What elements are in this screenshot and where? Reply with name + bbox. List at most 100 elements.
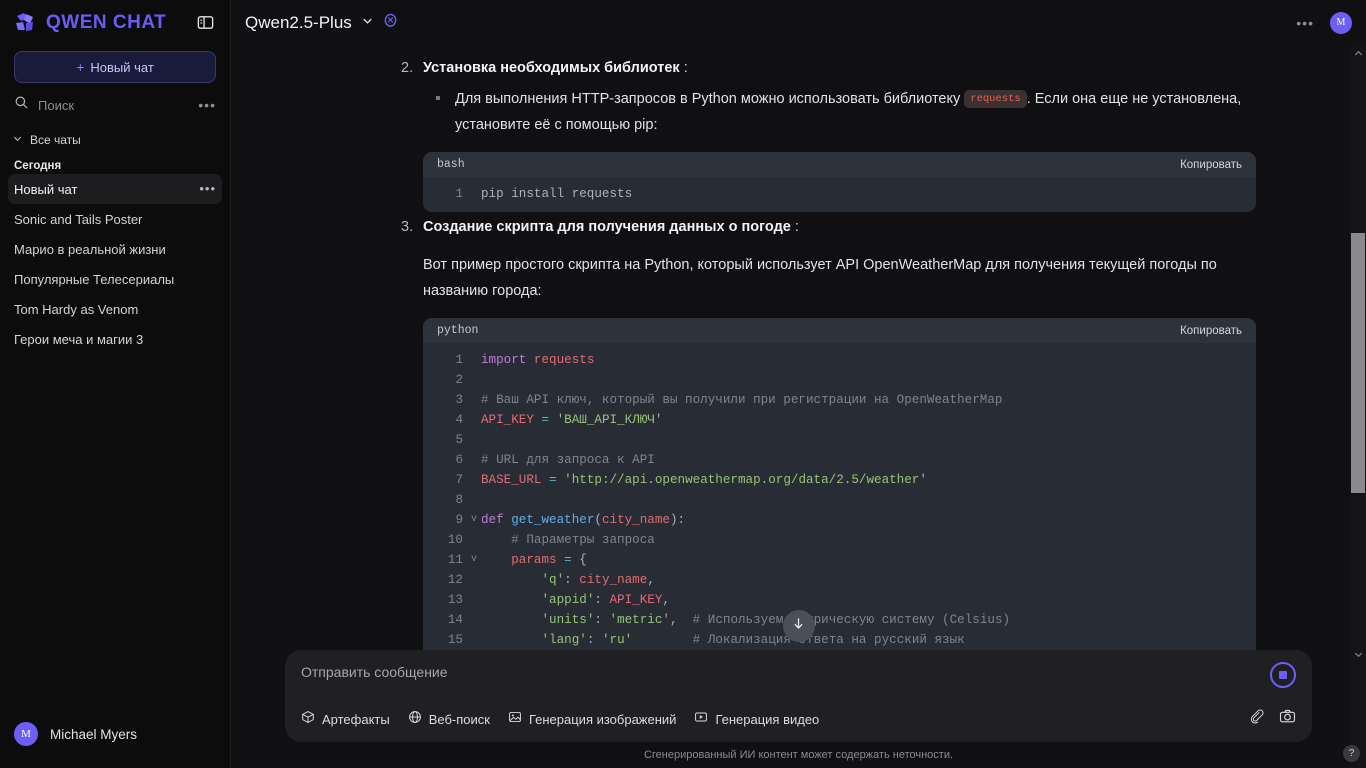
code-line: 5 [423, 430, 1256, 450]
line-number: 8 [455, 493, 463, 508]
more-options-icon[interactable]: ••• [1296, 16, 1314, 30]
main-area: Qwen2.5-Plus ••• M 2. Установка необходим… [231, 0, 1366, 768]
scroll-down-button[interactable] [1350, 646, 1366, 662]
sidebar-toggle-icon[interactable] [192, 10, 218, 36]
code-fold-toggle[interactable]: v [467, 510, 481, 530]
code-language-label: python [437, 324, 479, 338]
scrollbar-thumb[interactable] [1351, 233, 1365, 493]
user-name: Michael Myers [50, 726, 138, 742]
qwen-logo-icon [12, 10, 38, 36]
tool-image-generation[interactable]: Генерация изображений [508, 710, 676, 729]
line-number: 15 [447, 633, 463, 648]
code-fold-toggle[interactable]: v [467, 550, 481, 570]
code-fold-toggle [467, 590, 481, 610]
code-line: 4 API_KEY = 'ВАШ_API_КЛЮЧ' [423, 410, 1256, 430]
list-item-title-colon: : [679, 60, 688, 76]
new-chat-button[interactable]: + Новый чат [14, 51, 216, 83]
line-number: 13 [447, 593, 463, 608]
chevron-down-icon [361, 14, 374, 32]
code-fold-toggle [467, 610, 481, 630]
code-fold-toggle [467, 490, 481, 510]
composer-tools: Артефакты Веб-поиск Генерация изображени… [301, 708, 1296, 730]
qwen-badge-icon[interactable] [383, 13, 398, 33]
code-block-body: 1 pip install requests [423, 177, 1256, 212]
search-input[interactable]: Поиск ••• [14, 92, 216, 118]
inline-code: requests [964, 90, 1027, 109]
code-line: 3 # Ваш API ключ, который вы получили при… [423, 390, 1256, 410]
code-fold-toggle [467, 184, 481, 204]
chat-list-item[interactable]: Sonic and Tails Poster [8, 204, 222, 234]
tool-video-generation[interactable]: Генерация видео [694, 710, 819, 729]
code-block-body: 1 import requests 2 3 # Ваш API ключ, котор… [423, 343, 1256, 650]
ordered-list-item: 3. Создание скрипта для получения данных … [401, 214, 1256, 650]
search-placeholder: Поиск [38, 97, 75, 113]
help-button[interactable]: ? [1343, 745, 1360, 762]
code-line: 12 'q': city_name, [423, 570, 1256, 590]
chat-title: Марио в реальной жизни [14, 241, 166, 257]
code-fold-toggle [467, 630, 481, 650]
brand-name: QWEN CHAT [46, 11, 167, 33]
bullet-marker: ▪ [435, 90, 441, 107]
code-source: def get_weather(city_name): [481, 513, 686, 528]
code-source: # URL для запроса к API [481, 453, 655, 468]
code-line: 14 'units': 'metric', # Используем метри… [423, 610, 1256, 630]
chat-list-item[interactable]: Новый чат ••• [8, 174, 222, 204]
code-source: pip install requests [481, 187, 633, 202]
chat-list-item[interactable]: Марио в реальной жизни [8, 234, 222, 264]
plus-icon: + [76, 59, 85, 75]
list-item-title-colon: : [790, 219, 799, 236]
chat-item-more-icon[interactable]: ••• [199, 182, 216, 195]
chat-list-item[interactable]: Герои меча и магии 3 [8, 324, 222, 354]
code-block-header: python Копировать [423, 318, 1256, 344]
list-item-title: Установка необходимых библиотек : [423, 55, 1256, 81]
code-fold-toggle [467, 530, 481, 550]
code-line: 9 v def get_weather(city_name): [423, 510, 1256, 530]
line-number: 1 [455, 187, 463, 202]
line-number: 3 [455, 393, 463, 408]
composer-wrapper: Отправить сообщение Артефакты Веб-поиск … [231, 650, 1366, 768]
tool-web-search[interactable]: Веб-поиск [408, 710, 490, 729]
code-source: 'units': 'metric', # Используем метричес… [541, 613, 1011, 628]
code-language-label: bash [437, 158, 465, 172]
code-source: # Параметры запроса [481, 533, 655, 548]
chat-title: Герои меча и магии 3 [14, 331, 144, 347]
message-input-placeholder: Отправить сообщение [301, 664, 448, 680]
code-fold-toggle [467, 570, 481, 590]
tool-artifacts[interactable]: Артефакты [301, 710, 390, 729]
bullet-text: Для выполнения HTTP-запросов в Python мо… [455, 86, 1256, 138]
chat-list-item[interactable]: Tom Hardy as Venom [8, 294, 222, 324]
list-item-title: Создание скрипта для получения данных о … [423, 214, 1256, 240]
composer[interactable]: Отправить сообщение Артефакты Веб-поиск … [285, 650, 1312, 742]
tool-label: Артефакты [322, 711, 390, 727]
new-chat-label: Новый чат [90, 59, 154, 75]
ai-disclaimer: Сгенерированный ИИ контент может содержа… [643, 749, 954, 761]
stop-generation-button[interactable] [1270, 662, 1296, 688]
tool-label: Генерация изображений [528, 711, 677, 727]
conversation-inner: 2. Установка необходимых библиотек : ▪ Для … [231, 55, 1366, 650]
code-source: API_KEY = 'ВАШ_API_КЛЮЧ' [481, 413, 663, 428]
paperclip-icon[interactable] [1248, 708, 1265, 730]
chat-list-item[interactable]: Популярные Телесериалы [8, 264, 222, 294]
line-number: 14 [447, 613, 463, 628]
avatar[interactable]: M [1330, 11, 1352, 34]
user-profile[interactable]: M Michael Myers [0, 716, 230, 752]
image-icon [508, 710, 522, 729]
vertical-scrollbar[interactable] [1350, 45, 1366, 768]
code-block: python Копировать 1 import requests 2 3 # Ваш… [423, 318, 1256, 650]
model-selector[interactable]: Qwen2.5-Plus [245, 13, 398, 33]
search-more-icon[interactable]: ••• [198, 98, 216, 112]
list-item-body: Установка необходимых библиотек : ▪ Для вы… [423, 55, 1256, 213]
section-today-label: Сегодня [14, 160, 62, 172]
line-number: 12 [447, 573, 463, 588]
copy-code-button[interactable]: Копировать [1180, 325, 1242, 337]
camera-icon[interactable] [1279, 708, 1296, 730]
video-icon [694, 710, 708, 729]
copy-code-button[interactable]: Копировать [1180, 159, 1242, 171]
code-source: params = { [511, 553, 587, 568]
code-line: 7 BASE_URL = 'http://api.openweathermap.o… [423, 470, 1256, 490]
scroll-up-button[interactable] [1350, 45, 1366, 61]
list-item-title-text: Установка необходимых библиотек [423, 60, 680, 76]
all-chats-toggle[interactable]: Все чаты [12, 130, 216, 150]
code-source: BASE_URL = 'http://api.openweathermap.or… [481, 473, 927, 488]
scroll-to-bottom-button[interactable] [782, 610, 815, 642]
